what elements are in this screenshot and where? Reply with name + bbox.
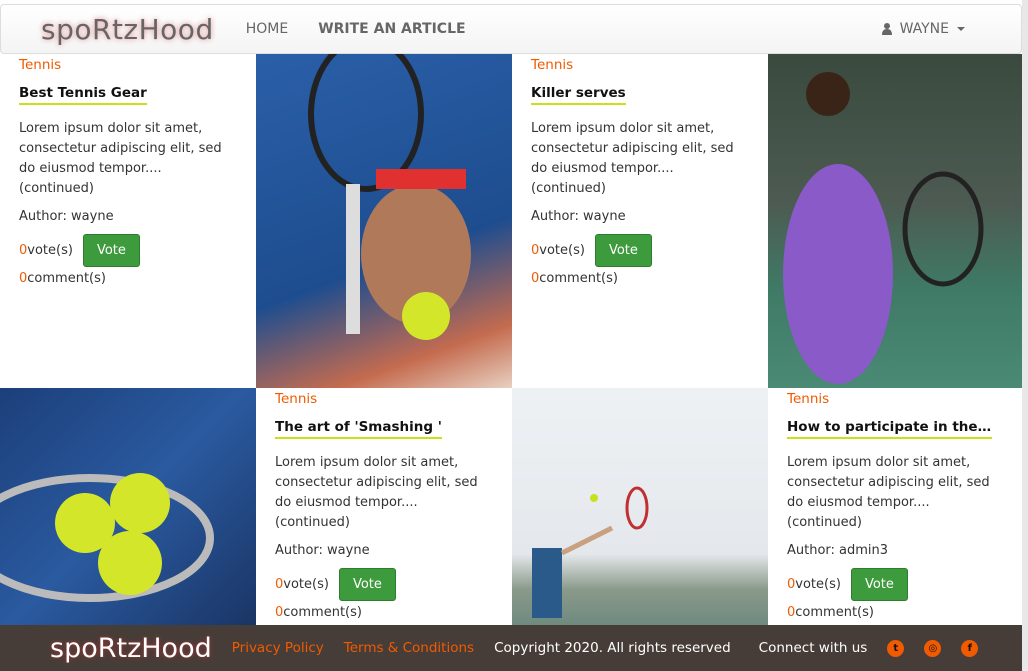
- comment-label: comment(s): [539, 271, 618, 286]
- footer: spoRtzHood Privacy Policy Terms & Condit…: [0, 625, 1022, 671]
- article-grid: Tennis Best Tennis Gear Lorem ipsum dolo…: [0, 54, 1022, 625]
- user-name: WAYNE: [899, 21, 949, 37]
- article-author: Author: wayne: [275, 543, 370, 558]
- vote-button[interactable]: Vote: [338, 568, 396, 601]
- vote-label: vote(s): [795, 577, 841, 592]
- vote-label: vote(s): [539, 243, 585, 258]
- article-title[interactable]: How to participate in the US Open: [787, 419, 992, 439]
- caret-down-icon: [957, 27, 965, 31]
- vote-label: vote(s): [27, 243, 73, 258]
- article-excerpt: Lorem ipsum dolor sit amet, consectetur …: [19, 121, 222, 196]
- article-card: Tennis The art of 'Smashing ' Lorem ipsu…: [256, 388, 512, 625]
- comment-label: comment(s): [795, 605, 874, 620]
- comment-label: comment(s): [27, 271, 106, 286]
- article-title[interactable]: Best Tennis Gear: [19, 85, 147, 105]
- connect-label: Connect with us: [758, 640, 868, 656]
- article-image-player-racket[interactable]: [256, 54, 512, 388]
- article-title[interactable]: Killer serves: [531, 85, 626, 105]
- article-excerpt: Lorem ipsum dolor sit amet, consectetur …: [275, 455, 478, 530]
- article-card: Tennis Best Tennis Gear Lorem ipsum dolo…: [0, 54, 256, 388]
- vote-button[interactable]: Vote: [82, 234, 140, 267]
- article-title[interactable]: The art of 'Smashing ': [275, 419, 442, 439]
- vote-label: vote(s): [283, 577, 329, 592]
- user-menu[interactable]: WAYNE: [881, 21, 965, 37]
- user-icon: [881, 23, 892, 35]
- comment-label: comment(s): [283, 605, 362, 620]
- scrollbar[interactable]: [1022, 0, 1028, 671]
- article-author: Author: wayne: [531, 209, 626, 224]
- article-author: Author: admin3: [787, 543, 889, 558]
- nav-home[interactable]: HOME: [246, 21, 288, 37]
- article-card: Tennis Killer serves Lorem ipsum dolor s…: [512, 54, 768, 388]
- brand-logo[interactable]: spoRtzHood: [41, 13, 214, 46]
- vote-button[interactable]: Vote: [594, 234, 652, 267]
- article-image-serve[interactable]: [512, 388, 768, 625]
- terms-link[interactable]: Terms & Conditions: [344, 640, 474, 656]
- facebook-icon[interactable]: f: [961, 639, 979, 657]
- article-category[interactable]: Tennis: [275, 391, 493, 407]
- article-category[interactable]: Tennis: [19, 57, 237, 73]
- article-category[interactable]: Tennis: [531, 57, 749, 73]
- navbar: spoRtzHood HOME WRITE AN ARTICLE WAYNE: [0, 4, 1022, 54]
- vote-button[interactable]: Vote: [850, 568, 908, 601]
- article-author: Author: wayne: [19, 209, 114, 224]
- instagram-icon[interactable]: ◎: [924, 639, 942, 657]
- article-excerpt: Lorem ipsum dolor sit amet, consectetur …: [787, 455, 990, 530]
- nav-write-article[interactable]: WRITE AN ARTICLE: [318, 21, 465, 37]
- twitter-icon[interactable]: t: [887, 639, 905, 657]
- article-category[interactable]: Tennis: [787, 391, 1003, 407]
- article-excerpt: Lorem ipsum dolor sit amet, consectetur …: [531, 121, 734, 196]
- copyright-text: Copyright 2020. All rights reserved: [494, 640, 731, 656]
- article-image-balls[interactable]: [0, 388, 256, 625]
- footer-logo[interactable]: spoRtzHood: [50, 633, 212, 664]
- privacy-policy-link[interactable]: Privacy Policy: [232, 640, 324, 656]
- article-image-player-court[interactable]: [768, 54, 1022, 388]
- article-card: Tennis How to participate in the US Open…: [768, 388, 1022, 625]
